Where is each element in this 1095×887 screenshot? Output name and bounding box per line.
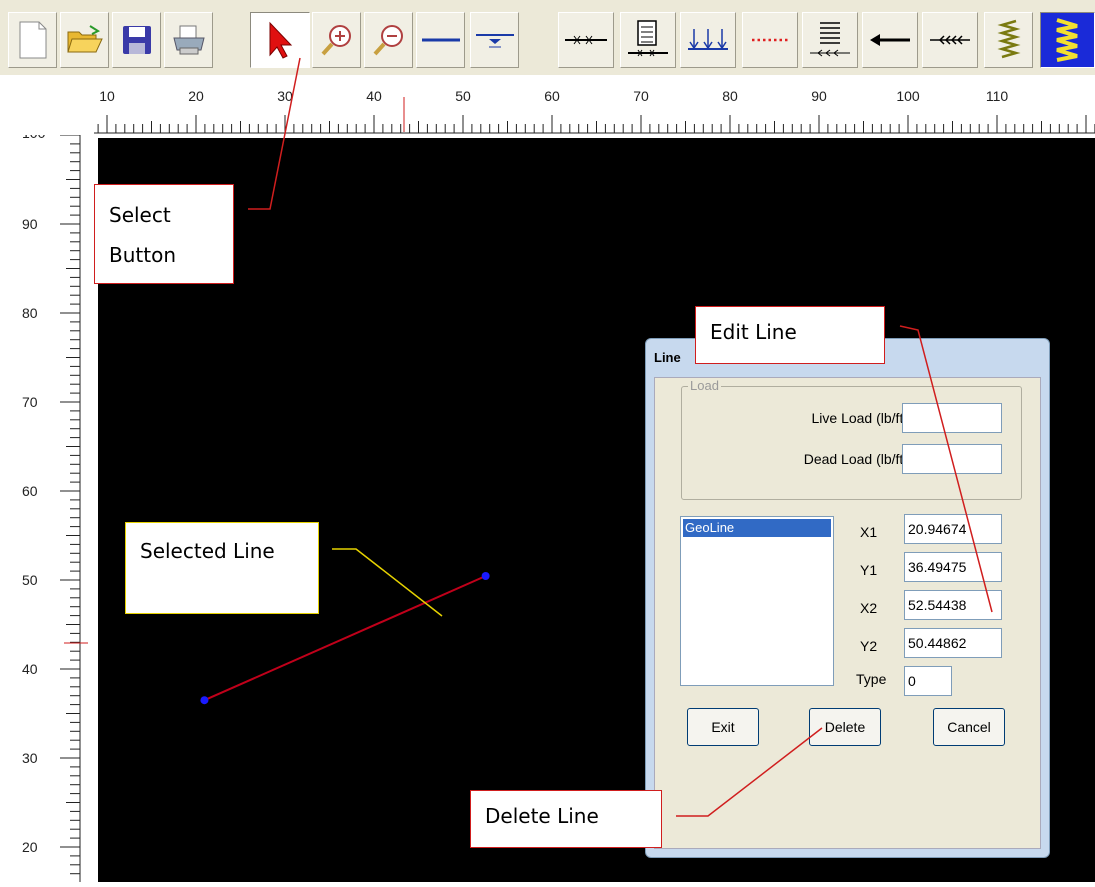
x1-input[interactable]	[904, 514, 1002, 544]
distributed-load-button[interactable]	[620, 12, 676, 68]
water-line-icon	[475, 34, 514, 48]
arrow-left-button[interactable]	[862, 12, 918, 68]
type-label: Type	[856, 671, 887, 687]
geo-line-icon	[565, 35, 607, 45]
vertical-ruler: 90 80 70 60 50 40 30 20 100	[0, 125, 95, 882]
line-icon	[421, 38, 460, 42]
x-ruler-label: 40	[366, 88, 382, 104]
line-edit-dialog: Line Load Live Load (lb/ft) Dead Load (l…	[645, 338, 1050, 858]
save-button[interactable]	[112, 12, 161, 68]
layered-load-icon	[810, 22, 850, 57]
zoom-out-button[interactable]	[364, 12, 413, 68]
new-document-button[interactable]	[8, 12, 57, 68]
y-ruler-label: 60	[22, 483, 38, 499]
y-ruler-label: 30	[22, 750, 38, 766]
y2-input[interactable]	[904, 628, 1002, 658]
x-ruler-label: 110	[986, 88, 1009, 104]
horizontal-ruler-ticks: 10 20 30 40 50 60 70 80 90 100 110	[94, 88, 1095, 134]
callout-selected-line: Selected Line	[125, 522, 319, 614]
y-ruler-label-partial: 100	[22, 135, 46, 141]
y-ruler-label: 40	[22, 661, 38, 677]
live-load-input[interactable]	[902, 403, 1002, 433]
dead-load-label: Dead Load (lb/ft)	[803, 451, 908, 467]
y-ruler-label: 20	[22, 839, 38, 855]
point-loads-button[interactable]	[680, 12, 736, 68]
x-ruler-label: 80	[722, 88, 738, 104]
dotted-line-icon	[752, 38, 788, 42]
line-end-point[interactable]	[481, 572, 490, 581]
x2-label: X2	[860, 600, 878, 616]
horizontal-ruler: 10 20 30 40 50 60 70 80 90 100 110	[0, 75, 1095, 135]
x-ruler-label: 50	[455, 88, 471, 104]
x-ruler-label: 60	[544, 88, 560, 104]
spring-button[interactable]	[984, 12, 1033, 68]
load-group-legend: Load	[688, 378, 721, 393]
y1-label: Y1	[860, 562, 878, 578]
print-button[interactable]	[164, 12, 213, 68]
geo-line-button[interactable]	[558, 12, 614, 68]
zoom-out-icon	[373, 25, 403, 56]
toolbar	[0, 0, 1095, 75]
exit-button[interactable]: Exit	[687, 708, 759, 746]
distributed-load-icon	[628, 20, 668, 57]
x1-label: X1	[860, 524, 878, 540]
zoom-in-icon	[321, 25, 351, 56]
new-document-icon	[19, 21, 46, 59]
line-tool-button[interactable]	[416, 12, 465, 68]
load-group: Load Live Load (lb/ft) Dead Load (lb/ft)	[681, 378, 1022, 500]
callout-delete-line: Delete Line	[470, 790, 662, 848]
line-start-point[interactable]	[200, 696, 209, 705]
spring-icon	[996, 19, 1021, 59]
cancel-button[interactable]: Cancel	[933, 708, 1005, 746]
water-line-button[interactable]	[470, 12, 519, 68]
type-input[interactable]	[904, 666, 952, 696]
dotted-line-button[interactable]	[742, 12, 798, 68]
print-icon	[172, 25, 205, 55]
dialog-title: Line	[654, 350, 681, 365]
callout-select-button: Select Button	[94, 184, 234, 284]
arrow-left-icon	[870, 34, 910, 46]
open-button[interactable]	[60, 12, 109, 68]
vertical-ruler-ticks: 90 80 70 60 50 40 30 20 100	[22, 125, 81, 882]
y-ruler-label: 50	[22, 572, 38, 588]
y-ruler-label: 70	[22, 394, 38, 410]
select-button[interactable]	[250, 12, 310, 68]
y2-label: Y2	[860, 638, 878, 654]
multi-arrow-button[interactable]	[922, 12, 978, 68]
dialog-body: Load Live Load (lb/ft) Dead Load (lb/ft)…	[654, 377, 1041, 849]
x-ruler-label: 20	[188, 88, 204, 104]
point-loads-icon	[688, 29, 728, 50]
dead-load-input[interactable]	[902, 444, 1002, 474]
layers-icon	[1055, 18, 1078, 62]
line-list[interactable]: GeoLine	[680, 516, 834, 686]
layered-load-button[interactable]	[802, 12, 858, 68]
x2-input[interactable]	[904, 590, 1002, 620]
x-ruler-label: 100	[896, 88, 920, 104]
save-icon	[122, 26, 151, 54]
x-ruler-label: 10	[99, 88, 115, 104]
x-ruler-label: 90	[811, 88, 827, 104]
y-ruler-label: 90	[22, 216, 38, 232]
list-item[interactable]: GeoLine	[683, 519, 831, 537]
live-load-label: Live Load (lb/ft)	[811, 410, 909, 426]
x-ruler-label: 70	[633, 88, 649, 104]
callout-edit-line: Edit Line	[695, 306, 885, 364]
layers-button[interactable]	[1040, 12, 1095, 68]
select-arrow-icon	[269, 21, 293, 59]
x-ruler-label: 30	[277, 88, 293, 104]
y1-input[interactable]	[904, 552, 1002, 582]
multi-arrow-icon	[930, 35, 970, 45]
y-ruler-label: 80	[22, 305, 38, 321]
delete-button[interactable]: Delete	[809, 708, 881, 746]
zoom-in-button[interactable]	[312, 12, 361, 68]
open-folder-icon	[66, 25, 103, 53]
